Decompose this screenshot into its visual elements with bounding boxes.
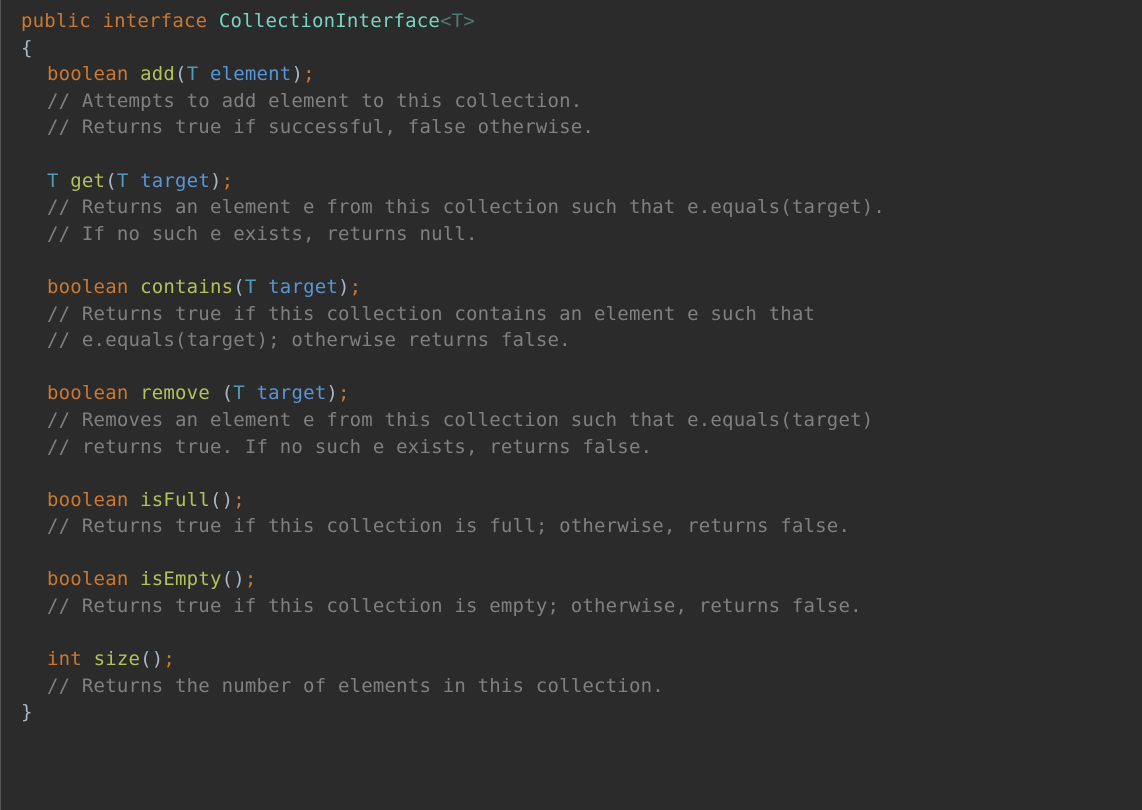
comment: // Returns true if this collection is fu… (47, 515, 850, 537)
return-type: boolean (47, 63, 128, 85)
blank-line (21, 460, 1142, 487)
method-name: remove (140, 382, 210, 404)
blank-line (21, 141, 1142, 168)
comment: // returns true. If no such e exists, re… (47, 436, 652, 458)
paren-close: ) (233, 568, 245, 590)
comment: // e.equals(target); otherwise returns f… (47, 329, 571, 351)
code-line: boolean isEmpty(); (21, 566, 1142, 593)
code-line: boolean add(T element); (21, 61, 1142, 88)
param-name: target (268, 276, 338, 298)
paren-open: ( (222, 382, 234, 404)
semicolon: ; (338, 382, 350, 404)
paren-open: ( (105, 170, 117, 192)
keyword-interface: interface (102, 10, 207, 32)
method-name: isFull (140, 489, 210, 511)
code-line: // If no such e exists, returns null. (21, 221, 1142, 248)
comment: // If no such e exists, returns null. (47, 223, 478, 245)
return-type: boolean (47, 382, 128, 404)
brace-close: } (21, 701, 33, 723)
paren-close: ) (338, 276, 350, 298)
code-line: // Removes an element e from this collec… (21, 407, 1142, 434)
param-type: T (187, 63, 199, 85)
semicolon: ; (303, 63, 315, 85)
paren-close: ) (152, 648, 164, 670)
return-type: boolean (47, 276, 128, 298)
semicolon: ; (245, 568, 257, 590)
param-type: T (245, 276, 257, 298)
keyword-public: public (21, 10, 91, 32)
code-line: T get(T target); (21, 168, 1142, 195)
blank-line (21, 540, 1142, 567)
paren-open: ( (233, 276, 245, 298)
paren-open: ( (175, 63, 187, 85)
method-name: get (70, 170, 105, 192)
method-name: isEmpty (140, 568, 221, 590)
comment: // Returns true if this collection is em… (47, 595, 862, 617)
code-line: } (21, 699, 1142, 726)
blank-line (21, 354, 1142, 381)
comment: // Returns an element e from this collec… (47, 196, 885, 218)
code-line: int size(); (21, 646, 1142, 673)
param-name: element (210, 63, 291, 85)
code-line: boolean contains(T target); (21, 274, 1142, 301)
semicolon: ; (163, 648, 175, 670)
paren-open: ( (210, 489, 222, 511)
code-line: { (21, 35, 1142, 62)
method-name: size (94, 648, 141, 670)
comment: // Attempts to add element to this colle… (47, 90, 582, 112)
code-line: // Attempts to add element to this colle… (21, 88, 1142, 115)
comment: // Returns true if this collection conta… (47, 303, 815, 325)
return-type: boolean (47, 489, 128, 511)
semicolon: ; (233, 489, 245, 511)
method-name: add (140, 63, 175, 85)
code-line: // returns true. If no such e exists, re… (21, 434, 1142, 461)
generic-close: > (463, 10, 475, 32)
code-line: // Returns an element e from this collec… (21, 194, 1142, 221)
comment: // Returns the number of elements in thi… (47, 675, 664, 697)
paren-open: ( (140, 648, 152, 670)
param-type: T (117, 170, 129, 192)
code-line: boolean remove (T target); (21, 380, 1142, 407)
class-name: CollectionInterface (219, 10, 440, 32)
paren-close: ) (210, 170, 222, 192)
paren-open: ( (222, 568, 234, 590)
code-line: // Returns the number of elements in thi… (21, 673, 1142, 700)
code-line: boolean isFull(); (21, 487, 1142, 514)
blank-line (21, 247, 1142, 274)
return-type: int (47, 648, 82, 670)
code-line: // Returns true if this collection is fu… (21, 513, 1142, 540)
code-line: // Returns true if this collection is em… (21, 593, 1142, 620)
code-editor[interactable]: public interface CollectionInterface<T> … (1, 8, 1142, 726)
blank-line (21, 620, 1142, 647)
paren-close: ) (222, 489, 234, 511)
method-name: contains (140, 276, 233, 298)
comment: // Returns true if successful, false oth… (47, 116, 594, 138)
param-name: target (257, 382, 327, 404)
semicolon: ; (222, 170, 234, 192)
paren-close: ) (291, 63, 303, 85)
generic-open: < (440, 10, 452, 32)
comment: // Removes an element e from this collec… (47, 409, 873, 431)
code-line: // Returns true if successful, false oth… (21, 114, 1142, 141)
paren-close: ) (326, 382, 338, 404)
semicolon: ; (350, 276, 362, 298)
code-line: // e.equals(target); otherwise returns f… (21, 327, 1142, 354)
brace-open: { (21, 37, 33, 59)
param-name: target (140, 170, 210, 192)
return-type: T (47, 170, 59, 192)
code-line: // Returns true if this collection conta… (21, 301, 1142, 328)
return-type: boolean (47, 568, 128, 590)
param-type: T (233, 382, 245, 404)
generic-type: T (452, 10, 464, 32)
space (210, 382, 222, 404)
code-line: public interface CollectionInterface<T> (21, 8, 1142, 35)
